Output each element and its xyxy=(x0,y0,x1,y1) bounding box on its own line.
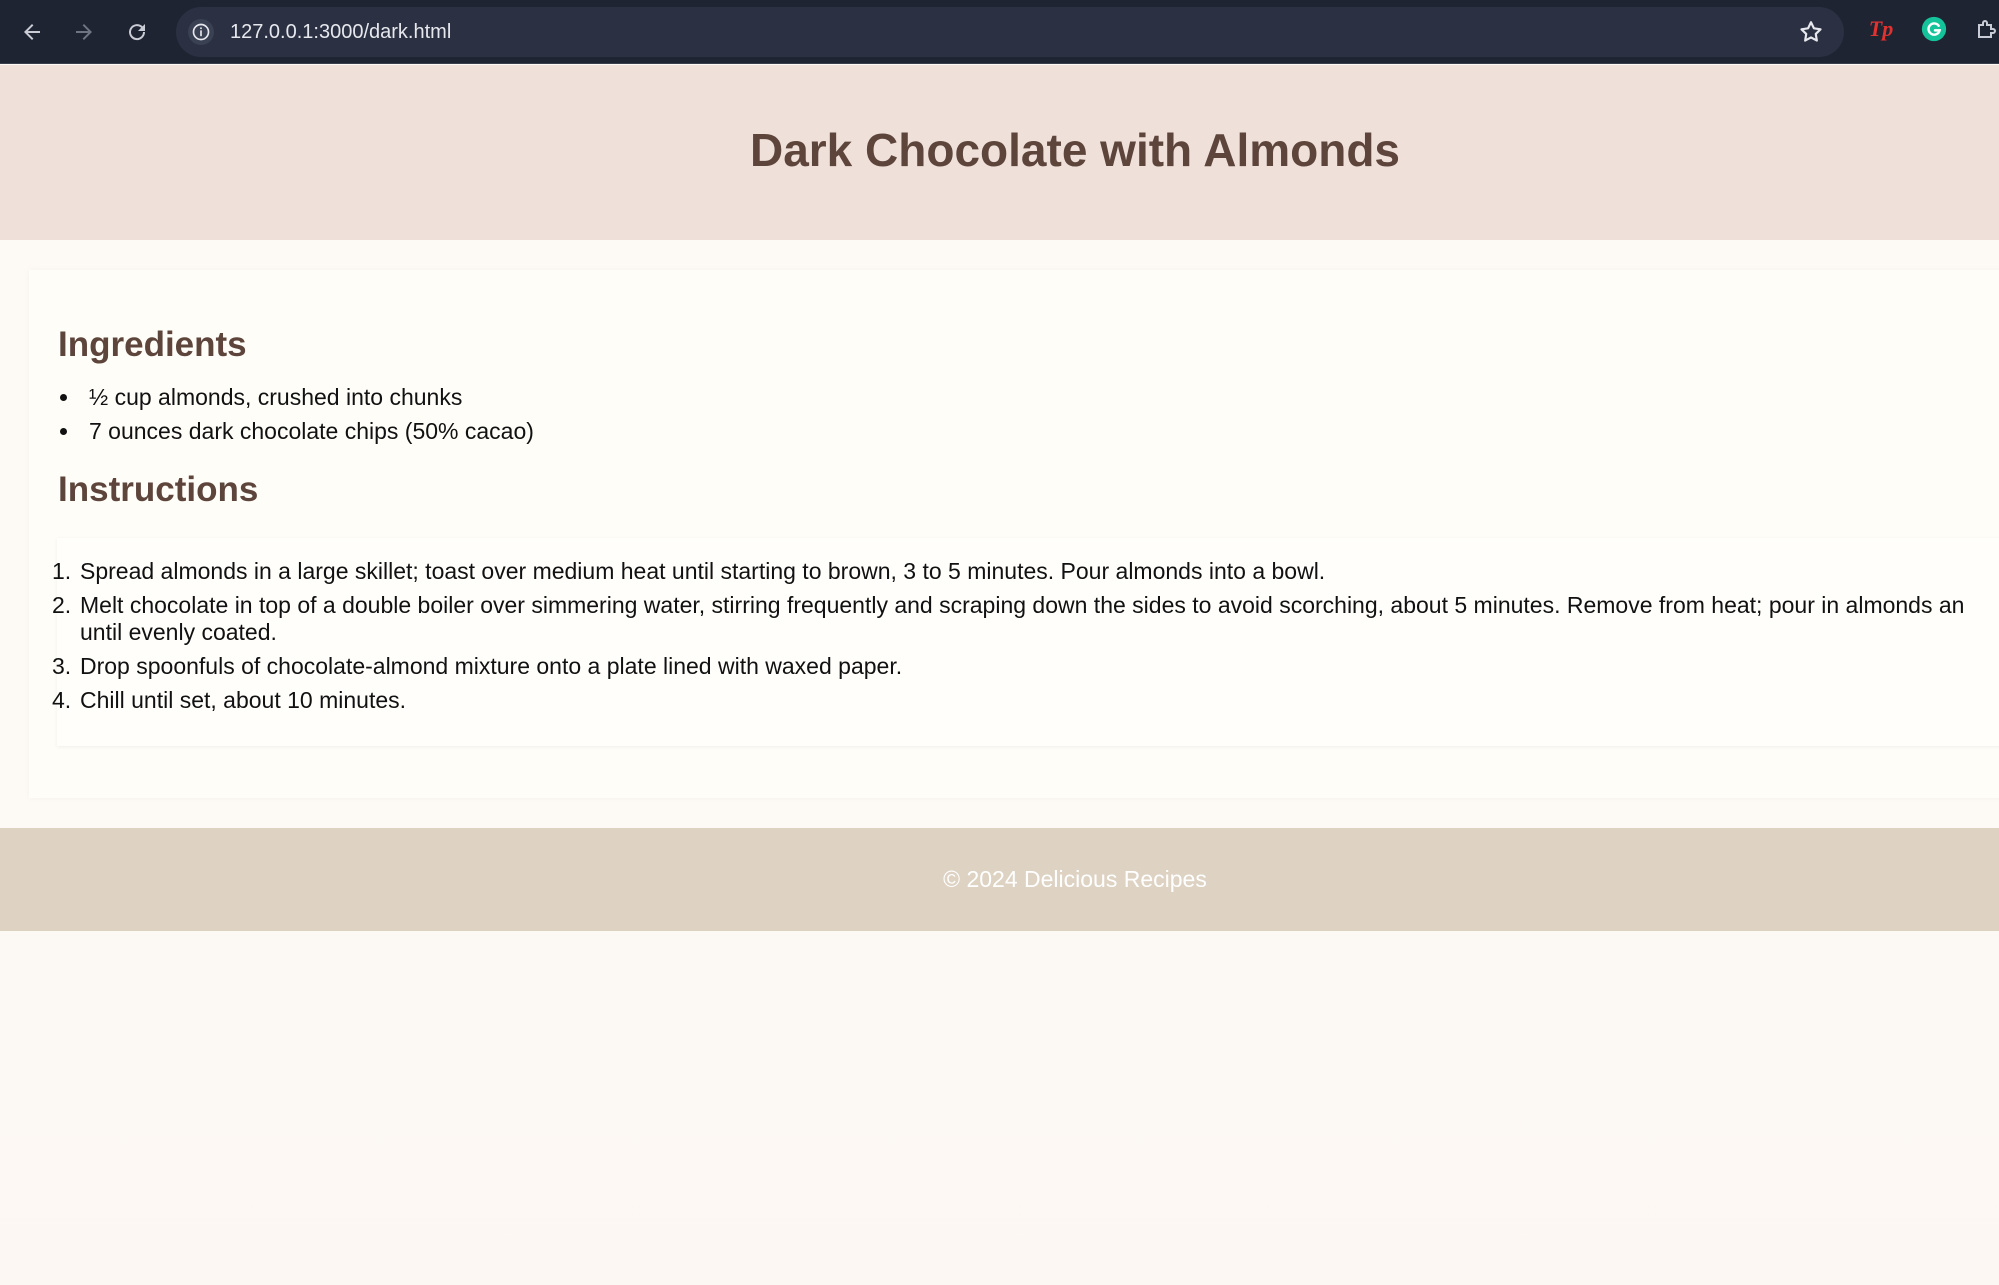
browser-toolbar: 127.0.0.1:3000/dark.html Tp xyxy=(0,0,1999,64)
ingredients-heading: Ingredients xyxy=(58,325,247,364)
page-title: Dark Chocolate with Almonds xyxy=(749,124,1401,176)
url-text[interactable]: 127.0.0.1:3000/dark.html xyxy=(230,21,451,44)
page-header: Dark Chocolate with Almonds xyxy=(0,65,1999,240)
reload-icon[interactable] xyxy=(119,14,155,50)
step-number: 2. xyxy=(52,592,72,618)
tp-extension-icon[interactable]: Tp xyxy=(1866,14,1896,44)
ingredients-list: ½ cup almonds, crushed into chunks 7 oun… xyxy=(58,380,534,448)
ingredient-item: 7 ounces dark chocolate chips (50% cacao… xyxy=(58,414,534,448)
step-number: 1. xyxy=(52,558,72,584)
instructions-list: 1. Spread almonds in a large skillet; to… xyxy=(52,558,1999,721)
step-text-continued: until evenly coated. xyxy=(80,619,277,645)
step-number: 3. xyxy=(52,653,72,679)
grammarly-icon[interactable] xyxy=(1919,14,1949,44)
bullet-icon xyxy=(60,428,67,435)
address-bar[interactable]: 127.0.0.1:3000/dark.html xyxy=(176,7,1844,57)
puzzle-extensions-icon[interactable] xyxy=(1972,14,1999,44)
forward-arrow-icon[interactable] xyxy=(66,14,102,50)
back-arrow-icon[interactable] xyxy=(14,14,50,50)
info-icon[interactable] xyxy=(188,19,214,45)
ingredient-text: 7 ounces dark chocolate chips (50% cacao… xyxy=(89,418,534,444)
page-footer: © 2024 Delicious Recipes xyxy=(0,828,1999,931)
step-text: Melt chocolate in top of a double boiler… xyxy=(80,592,1965,618)
ingredient-text: ½ cup almonds, crushed into chunks xyxy=(89,384,463,410)
recipe-card: Ingredients ½ cup almonds, crushed into … xyxy=(29,270,1999,798)
bullet-icon xyxy=(60,394,67,401)
footer-copyright: © 2024 Delicious Recipes xyxy=(943,866,1207,892)
step-text: Drop spoonfuls of chocolate-almond mixtu… xyxy=(80,653,903,679)
instructions-box: 1. Spread almonds in a large skillet; to… xyxy=(52,538,1999,746)
ingredient-item: ½ cup almonds, crushed into chunks xyxy=(58,380,534,414)
page-background xyxy=(0,931,1999,1285)
instruction-step: 3. Drop spoonfuls of chocolate-almond mi… xyxy=(52,653,1999,680)
instruction-step: 4. Chill until set, about 10 minutes. xyxy=(52,687,1999,714)
instruction-step: 1. Spread almonds in a large skillet; to… xyxy=(52,558,1999,585)
instructions-heading: Instructions xyxy=(58,470,259,509)
step-number: 4. xyxy=(52,687,72,713)
step-text: Spread almonds in a large skillet; toast… xyxy=(80,558,1326,584)
step-text: Chill until set, about 10 minutes. xyxy=(80,687,407,713)
instruction-step: 2. Melt chocolate in top of a double boi… xyxy=(52,592,1999,646)
star-icon[interactable] xyxy=(1798,19,1824,45)
